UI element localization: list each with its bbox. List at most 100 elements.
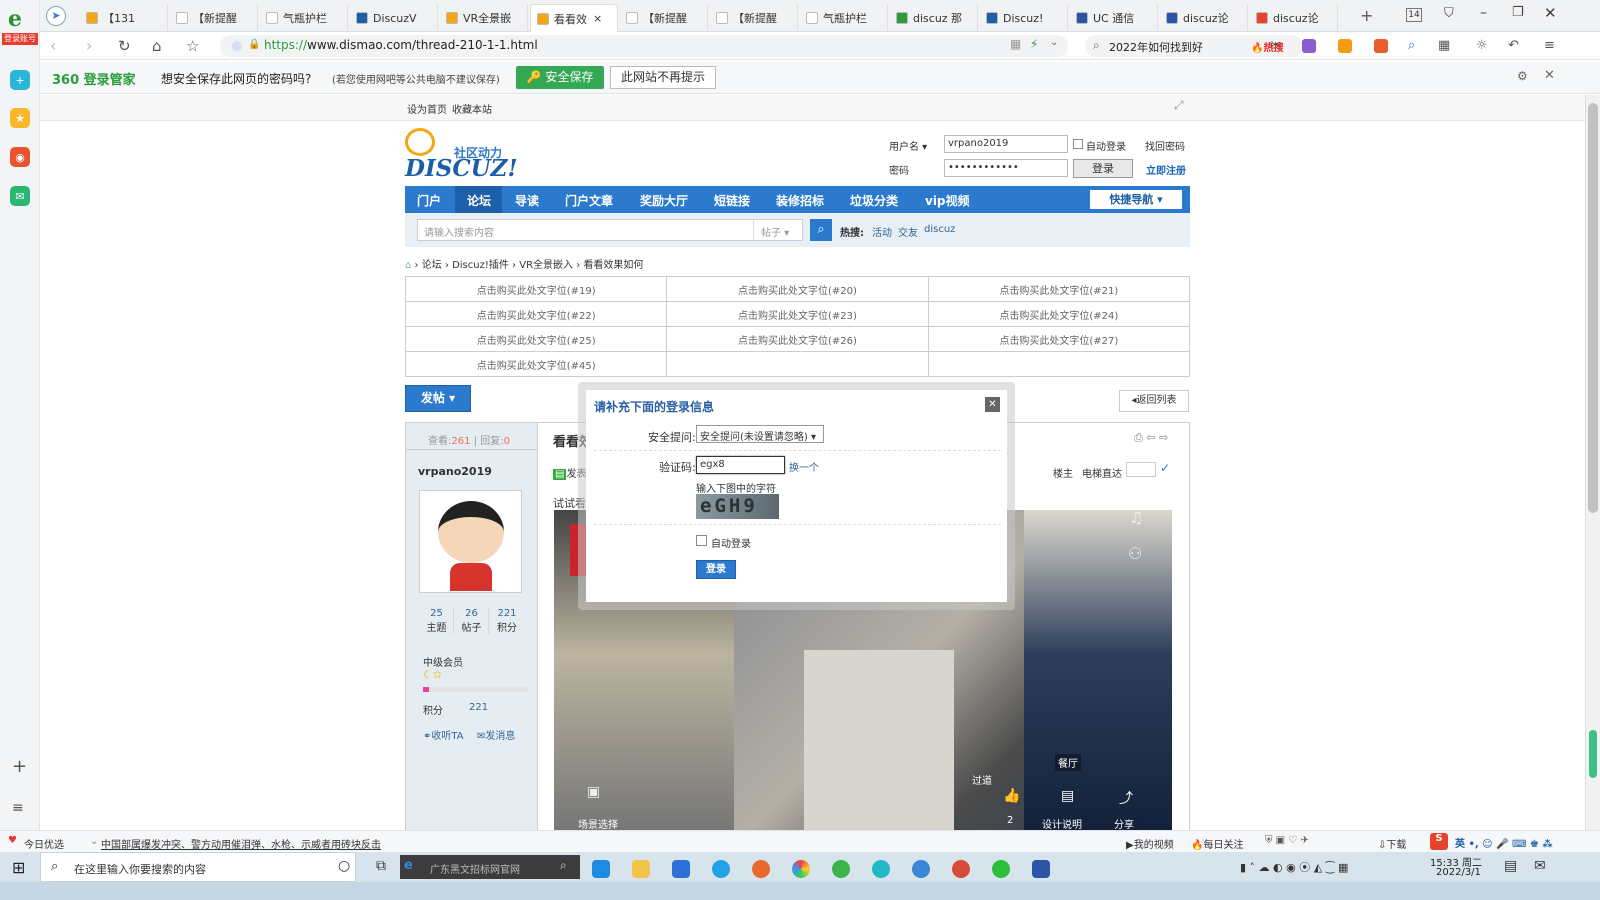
mail-icon[interactable]: ✉: [10, 186, 30, 206]
forward-icon[interactable]: ›: [86, 37, 92, 55]
bookmark-link[interactable]: 收藏本站: [452, 101, 492, 116]
modal-login-button[interactable]: 登录: [696, 560, 736, 579]
site-search-input[interactable]: 请输入搜索内容 帖子 ▾: [417, 219, 803, 241]
security-question-select[interactable]: 安全提问(未设置请忽略) ▾: [696, 425, 824, 443]
qr-icon[interactable]: ▦: [1010, 37, 1021, 51]
ad-slot[interactable]: 点击购买此处文字位(#24): [927, 301, 1191, 327]
tab-14[interactable]: discuz论: [1250, 4, 1338, 32]
my-video-link[interactable]: ▶我的视频: [1126, 836, 1174, 851]
today-pick[interactable]: 今日优选: [24, 836, 64, 851]
menu-forum[interactable]: 论坛: [467, 192, 491, 209]
scene-select-icon[interactable]: ▣: [587, 784, 600, 800]
music-icon[interactable]: ♫: [1129, 510, 1143, 527]
back-icon[interactable]: ‹: [50, 37, 56, 55]
translate-icon[interactable]: [1302, 39, 1316, 53]
never-prompt-button[interactable]: 此网站不再提示: [610, 66, 716, 89]
menu-portal[interactable]: 门户: [417, 192, 441, 209]
password-input[interactable]: ••••••••••••: [944, 159, 1068, 177]
game-app-icon[interactable]: [952, 860, 970, 878]
settings-gear-icon[interactable]: ⚙: [1517, 69, 1528, 83]
auto-login-checkbox[interactable]: [1073, 139, 1083, 149]
chevron-down-icon[interactable]: ⌄: [1050, 37, 1058, 48]
shield-icon[interactable]: [1338, 39, 1352, 53]
cortana-icon[interactable]: ○: [338, 858, 350, 874]
tab-9[interactable]: 气瓶护栏: [800, 4, 888, 32]
tab-1[interactable]: 【131: [80, 4, 168, 32]
menu-vip-video[interactable]: vip视频: [925, 192, 970, 209]
login-button[interactable]: 登录: [1073, 159, 1133, 178]
page-scrollbar[interactable]: [1585, 95, 1600, 830]
vr-glasses-icon[interactable]: ⚇: [1128, 544, 1142, 563]
like-icon[interactable]: 👍: [1003, 788, 1020, 804]
menu-guide[interactable]: 导读: [515, 192, 539, 209]
browser-360-icon[interactable]: [832, 860, 850, 878]
undo-icon[interactable]: ↶: [1508, 37, 1519, 55]
tab-8[interactable]: 【新提醒: [710, 4, 798, 32]
ad-slot[interactable]: 点击购买此处文字位(#45): [404, 351, 668, 377]
breadcrumb-item[interactable]: 论坛: [422, 260, 442, 271]
folder-icon[interactable]: [632, 860, 650, 878]
design-note-label[interactable]: 设计说明: [1042, 816, 1082, 830]
share-label[interactable]: 分享: [1114, 816, 1134, 830]
apps-grid-icon[interactable]: ▦: [1438, 37, 1450, 55]
login-account-badge[interactable]: 登录账号: [2, 33, 38, 45]
navigation-icon[interactable]: ➤: [46, 6, 66, 26]
avatar[interactable]: [419, 490, 522, 593]
ime-toolbar[interactable]: 英 •, ☺ 🎤 ⌨ ♚ ⁂: [1455, 835, 1553, 850]
bookmark-star-icon[interactable]: ☆: [186, 37, 199, 55]
menu-bidding[interactable]: 装修招标: [776, 192, 824, 209]
change-captcha-link[interactable]: 换一个: [789, 459, 819, 474]
windows-start-icon[interactable]: ⊞: [12, 858, 25, 877]
search-button-icon[interactable]: ⌕: [810, 219, 832, 241]
download-link[interactable]: ⇩下载: [1378, 836, 1406, 851]
captcha-image[interactable]: eGH9: [696, 494, 779, 519]
mail-app-icon[interactable]: [672, 860, 690, 878]
tab-10[interactable]: discuz 那: [890, 4, 978, 32]
favorites-star-icon[interactable]: ★: [10, 108, 30, 128]
close-window-icon[interactable]: ✕: [1544, 4, 1557, 22]
zoom-icon[interactable]: ⌕: [1408, 37, 1415, 55]
brightness-icon[interactable]: ☼: [1476, 37, 1488, 55]
edge-icon[interactable]: [592, 860, 610, 878]
tab-13[interactable]: discuz论: [1160, 4, 1248, 32]
ad-slot[interactable]: 点击购买此处文字位(#27): [927, 326, 1191, 352]
home-icon[interactable]: ⌂: [405, 260, 411, 271]
wechat-icon[interactable]: [992, 860, 1010, 878]
new-tab-icon[interactable]: +: [1360, 6, 1373, 25]
ad-slot[interactable]: 点击购买此处文字位(#22): [404, 301, 668, 327]
breadcrumb-item[interactable]: Discuz!插件: [452, 260, 509, 271]
menu-garbage[interactable]: 垃圾分类: [850, 192, 898, 209]
tab-11[interactable]: Discuz!: [980, 4, 1068, 32]
home-icon[interactable]: ⌂: [152, 37, 162, 55]
reload-icon[interactable]: ↻: [118, 37, 131, 55]
new-post-button[interactable]: 发帖 ▾: [405, 385, 471, 412]
register-link[interactable]: 立即注册: [1146, 162, 1186, 177]
task-view-icon[interactable]: ⧉: [376, 858, 386, 874]
photos-icon[interactable]: [792, 860, 810, 878]
ad-slot[interactable]: 点击购买此处文字位(#25): [404, 326, 668, 352]
scissors-icon[interactable]: ✂: [1270, 37, 1281, 55]
secure-save-button[interactable]: 🔑 安全保存: [516, 66, 604, 89]
tab-3[interactable]: 气瓶护栏: [260, 4, 348, 32]
shield-status-icon[interactable]: ⛨ ▣ ♡ ✈: [1265, 835, 1309, 846]
forgot-password-link[interactable]: 找回密码: [1145, 138, 1185, 153]
ad-slot[interactable]: 点击购买此处文字位(#19): [404, 276, 668, 302]
ie-app2-icon[interactable]: [912, 860, 930, 878]
breadcrumb-item[interactable]: VR全景嵌入: [519, 260, 573, 271]
firefox-icon[interactable]: [752, 860, 770, 878]
menu-icon[interactable]: ≡: [1544, 37, 1555, 55]
go-floor-icon[interactable]: ✓: [1160, 461, 1170, 475]
minimize-icon[interactable]: –: [1480, 5, 1487, 21]
captcha-input[interactable]: egx8: [696, 456, 785, 474]
news-ticker[interactable]: 中国部属爆发冲突、警方动用催泪弹、水枪、示威者用砖块反击: [101, 836, 381, 851]
share-icon[interactable]: ⤴: [1119, 788, 1133, 808]
tab-7[interactable]: 【新提醒: [620, 4, 708, 32]
username-input[interactable]: vrpano2019: [944, 135, 1068, 153]
tab-count-badge[interactable]: 14: [1406, 8, 1422, 22]
clock-date[interactable]: 2022/3/1: [1436, 867, 1481, 878]
scrollbar-thumb[interactable]: [1588, 103, 1598, 513]
site-info-icon[interactable]: [232, 41, 242, 51]
game-icon[interactable]: [1374, 39, 1388, 53]
taskbar-search[interactable]: ⌕ 在这里输入你要搜索的内容: [40, 852, 356, 882]
tab-5[interactable]: VR全景嵌: [440, 4, 528, 32]
